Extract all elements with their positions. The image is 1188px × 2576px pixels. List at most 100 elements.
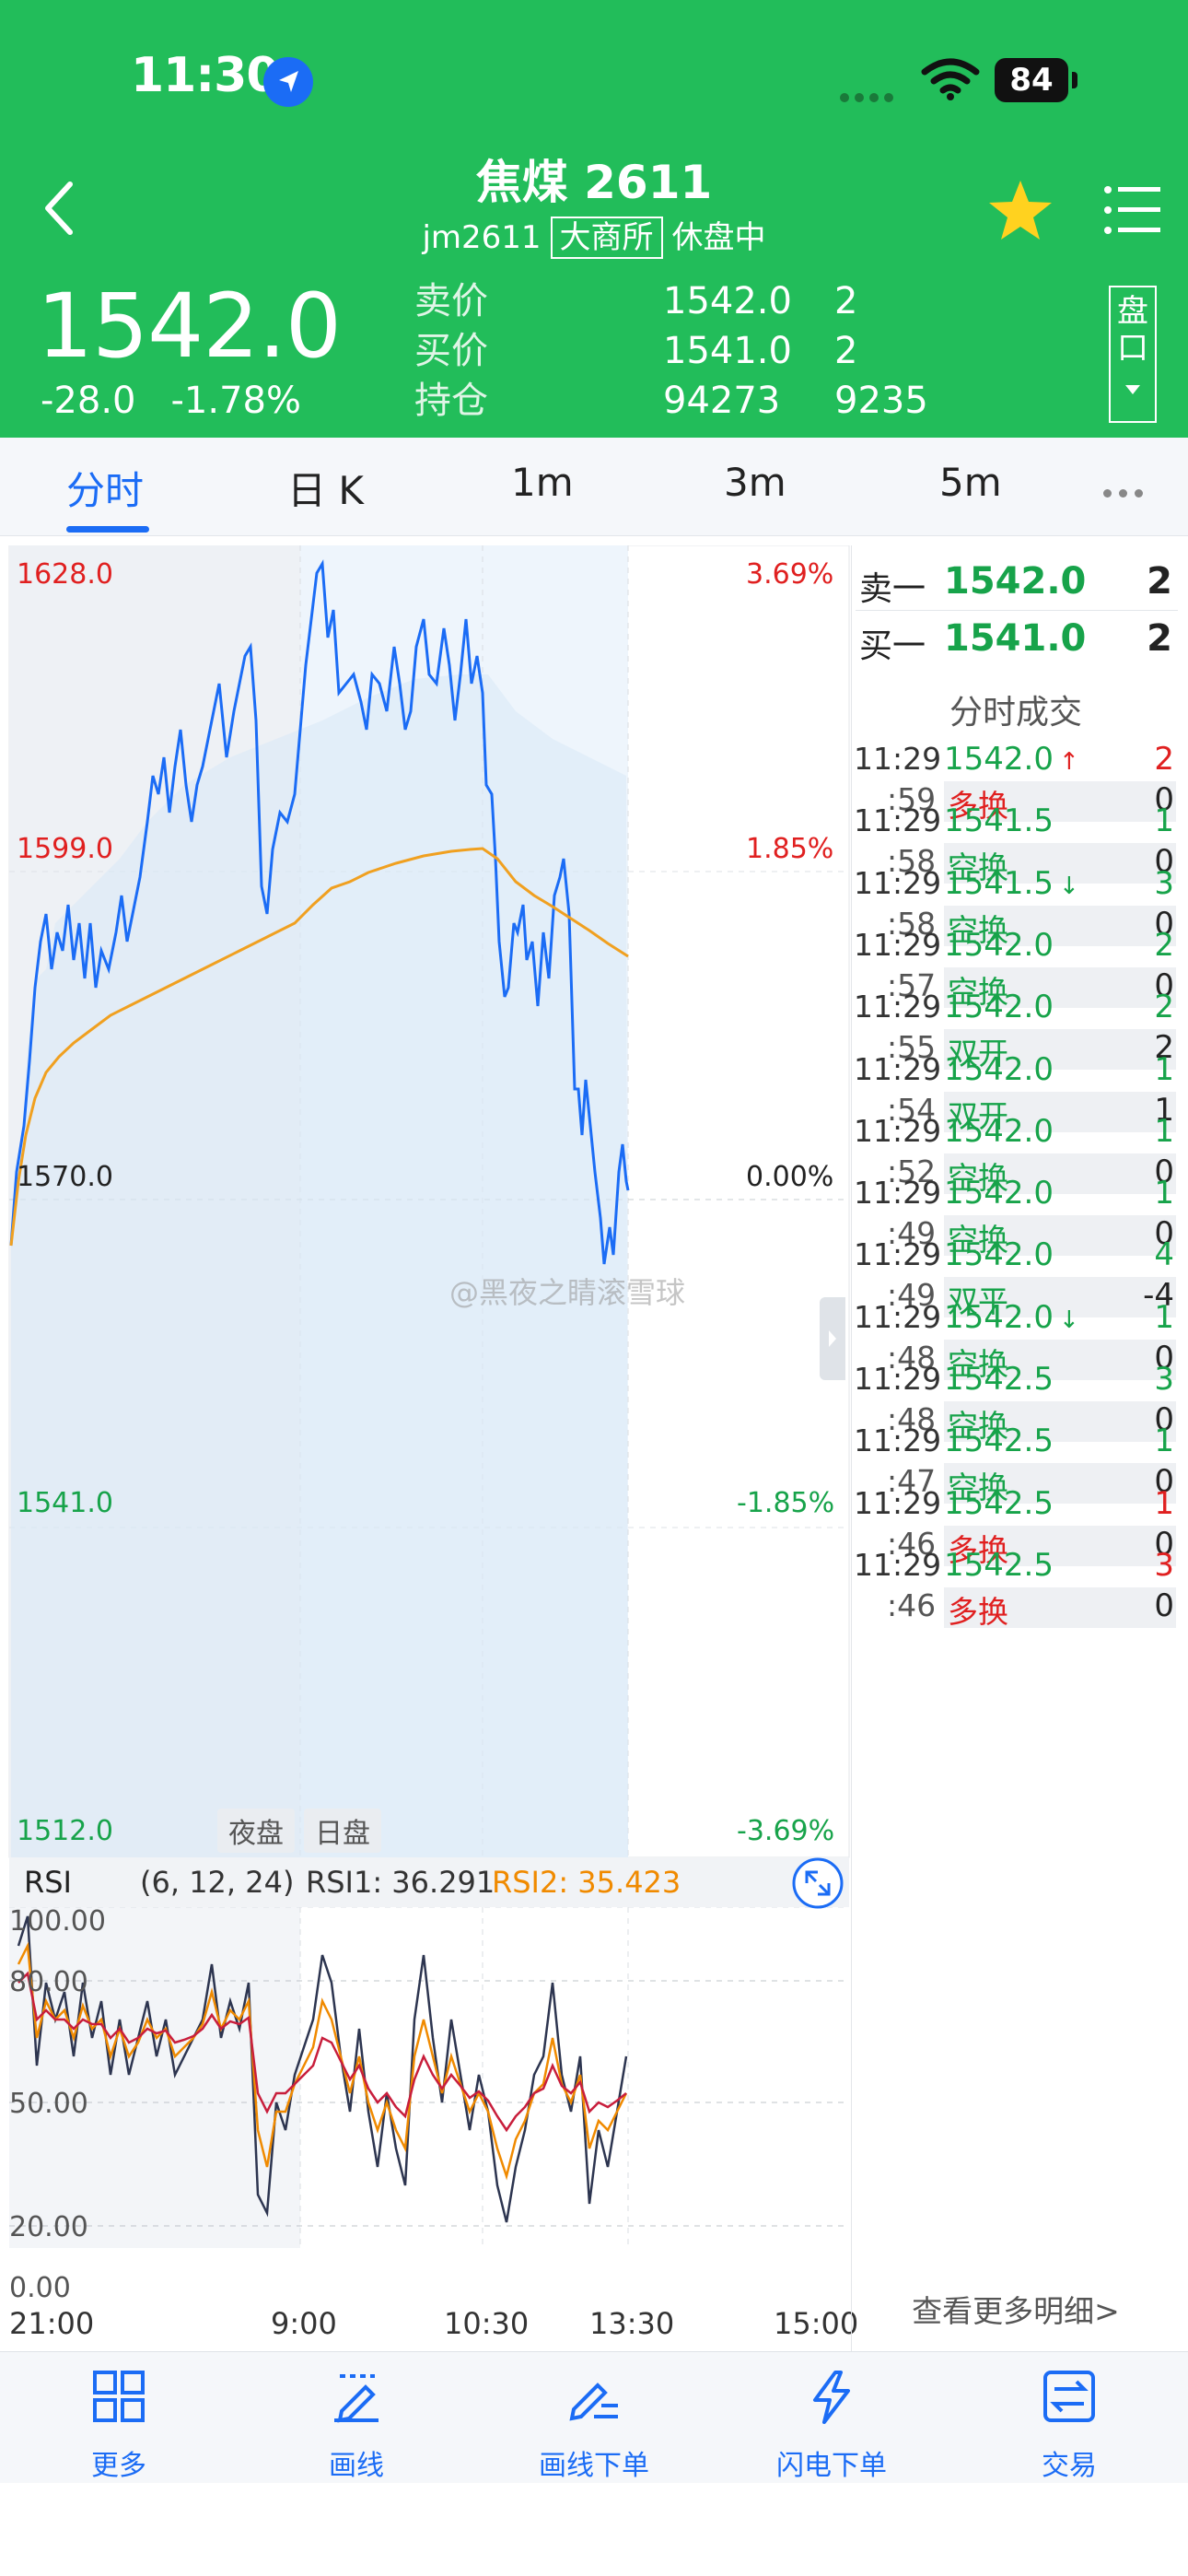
nav-draw-order[interactable]: 画线下单 — [475, 2352, 713, 2483]
trade-volume: 2 — [1154, 926, 1174, 964]
trade-volume: 1 — [1154, 1484, 1174, 1522]
tab-daily-k[interactable]: 日 K — [287, 460, 364, 516]
caret-down-icon — [1125, 385, 1140, 394]
trade-price-value: 1542.0 — [944, 1112, 1054, 1150]
order-book-toggle[interactable]: 盘口 — [1109, 286, 1157, 423]
trade-price-value: 1542.0 — [944, 989, 1054, 1026]
trade-price: 1542.0 — [944, 1051, 1054, 1088]
rsi-params: (6, 12, 24) — [140, 1865, 295, 1900]
ask-volume: 2 — [834, 280, 858, 322]
trade-price: 1542.5 — [944, 1423, 1054, 1459]
panel-handle[interactable] — [820, 1297, 845, 1380]
fullscreen-expand-icon[interactable] — [790, 1856, 845, 1914]
favorite-star-icon[interactable] — [985, 177, 1055, 247]
daily-oi-change: 9235 — [834, 380, 928, 422]
trade-price: 1542.0 ↑ — [944, 741, 1079, 778]
more-periods-icon[interactable] — [1103, 484, 1150, 501]
menu-icon[interactable] — [1103, 184, 1162, 240]
change-value: -28.0 — [41, 380, 136, 422]
bid-label: 买价 — [414, 330, 488, 372]
trade-volume: 4 — [1154, 1236, 1174, 1274]
nav-more[interactable]: 更多 — [0, 2352, 238, 2483]
nav-trade[interactable]: 交易 — [950, 2352, 1188, 2483]
last-price: 1542.0 — [37, 275, 342, 378]
wifi-icon — [921, 57, 980, 105]
rsi-axis-label: 100.00 — [9, 1905, 106, 1938]
trade-time: 11:29 — [854, 1175, 942, 1212]
rsi2-value: RSI2: 35.423 — [492, 1865, 681, 1900]
trade-time: 11:29 — [854, 1236, 942, 1273]
pen-order-icon — [569, 2383, 618, 2421]
chart-period-tabs: 分时 日 K 1m 3m 5m — [0, 438, 1188, 536]
ask-level-1[interactable]: 卖一 1542.0 2 — [856, 555, 1178, 611]
time-axis-label: 15:00 — [774, 2306, 859, 2341]
trade-time: 11:29 — [854, 1423, 942, 1459]
arrow-down-icon: ↓ — [1058, 872, 1079, 900]
trade-seconds: :46 — [887, 1587, 937, 1623]
rsi-header: RSI (6, 12, 24) RSI1: 36.291 RSI2: 35.42… — [9, 1857, 849, 1907]
bid-level-1[interactable]: 买一 1541.0 2 — [856, 612, 1178, 667]
quote-labels: 卖价 买价 持仓 — [414, 276, 488, 426]
trade-time: 11:29 — [854, 1112, 942, 1149]
trade-time: 11:29 — [854, 926, 942, 963]
rsi-axis-label: 50.00 — [9, 2088, 88, 2120]
pct-axis-label: 3.69% — [746, 558, 834, 591]
active-tab-indicator — [66, 526, 149, 533]
trade-price: 1542.0 — [944, 927, 1054, 964]
trade-volume: 3 — [1154, 1546, 1174, 1584]
pen-draw-icon — [334, 2374, 379, 2423]
exchange-arrows-icon — [1043, 2371, 1095, 2422]
ask-level-volume: 2 — [1147, 560, 1172, 603]
lightning-icon — [813, 2371, 850, 2424]
ask-price: 1542.0 — [663, 280, 792, 322]
location-icon — [263, 57, 313, 107]
battery-indicator: 84 — [995, 58, 1068, 102]
day-session-tag: 日盘 — [304, 1809, 381, 1853]
nav-trade-label: 交易 — [1042, 2450, 1097, 2482]
price-axis-label: 1570.0 — [17, 1161, 113, 1193]
view-more-details-link[interactable]: 查看更多明细> — [852, 2287, 1180, 2331]
pct-axis-label: -1.85% — [737, 1487, 835, 1519]
trade-price-value: 1541.5 — [944, 864, 1054, 902]
ask-label: 卖价 — [414, 280, 488, 322]
trade-price-value: 1542.0 — [944, 926, 1054, 964]
arrow-down-icon: ↓ — [1058, 1306, 1079, 1334]
watermark: @黑夜之睛滚雪球 — [449, 1275, 686, 1310]
tab-1m[interactable]: 1m — [511, 460, 574, 505]
trade-price: 1542.0 ↓ — [944, 1299, 1079, 1336]
bid-level-volume: 2 — [1147, 617, 1172, 660]
bid-volume: 2 — [834, 330, 858, 372]
nav-draw-line-label: 画线 — [329, 2450, 384, 2482]
open-interest-label: 持仓 — [414, 380, 488, 422]
quote-volumes: 2 2 9235 — [834, 276, 928, 426]
trade-price: 1542.0 — [944, 1113, 1054, 1150]
pct-axis-label: -3.69% — [737, 1815, 835, 1847]
bid-price: 1541.0 — [663, 330, 792, 372]
change-percent: -1.78% — [170, 380, 302, 422]
rsi-indicator-selector[interactable]: RSI — [24, 1865, 72, 1900]
nav-more-label: 更多 — [91, 2450, 146, 2482]
trade-price-value: 1542.0 — [944, 1298, 1054, 1336]
tab-3m[interactable]: 3m — [724, 460, 786, 505]
arrow-up-icon: ↑ — [1058, 748, 1079, 776]
nav-draw-line[interactable]: 画线 — [238, 2352, 475, 2483]
trade-price-value: 1542.0 — [944, 1050, 1054, 1088]
price-change: -28.0 -1.78% — [41, 380, 301, 422]
trade-oi-delta: 0 — [1154, 1587, 1174, 1624]
time-axis-label: 10:30 — [444, 2306, 530, 2341]
trade-time: 11:29 — [854, 1546, 942, 1583]
night-session-tag: 夜盘 — [217, 1809, 295, 1853]
price-axis-label: 1512.0 — [17, 1815, 113, 1847]
nav-flash-order[interactable]: 闪电下单 — [713, 2352, 950, 2483]
exchange-badge: 大商所 — [550, 217, 663, 259]
bid-level-price: 1541.0 — [944, 617, 1087, 660]
trade-price: 1541.5 ↓ — [944, 865, 1079, 902]
tab-timeshare[interactable]: 分时 — [66, 460, 144, 516]
trade-time: 11:29 — [854, 1050, 942, 1087]
price-axis-label: 1599.0 — [17, 833, 113, 865]
symbol-code: jm2611 — [422, 219, 542, 256]
open-interest: 94273 — [663, 380, 781, 422]
tab-5m[interactable]: 5m — [939, 460, 1002, 505]
trade-time: 11:29 — [854, 989, 942, 1025]
chart-labels: 1628.0 1599.0 1570.0 1541.0 1512.0 3.69%… — [9, 545, 849, 2351]
